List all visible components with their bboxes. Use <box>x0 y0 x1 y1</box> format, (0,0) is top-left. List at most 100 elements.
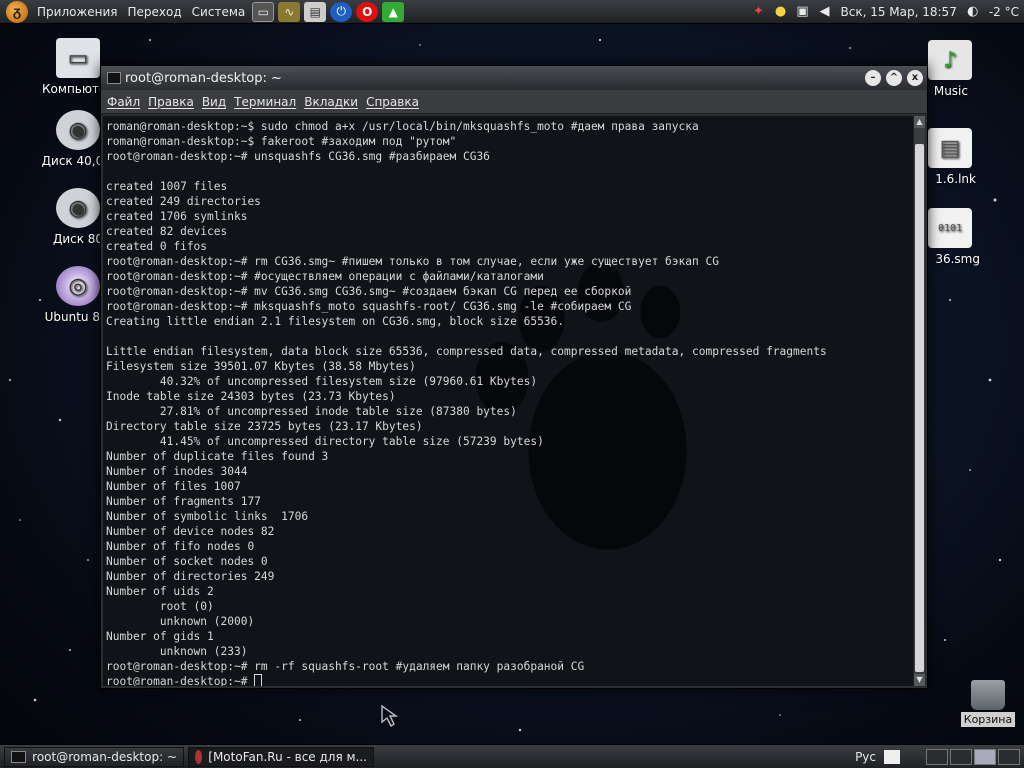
workspace-3[interactable] <box>974 748 996 765</box>
keyboard-layout-indicator[interactable]: Рус <box>855 750 876 764</box>
terminal-scrollbar[interactable]: ▲ ▼ <box>913 116 925 686</box>
weather-temperature[interactable]: -2 °C <box>984 0 1024 24</box>
power-icon[interactable]: ⏻ <box>330 1 353 22</box>
terminal-line: Little endian filesystem, data block siz… <box>106 345 827 358</box>
terminal-line: root@roman-desktop:~# mv CG36.smg CG36.s… <box>106 285 632 298</box>
terminal-line: Number of gids 1 <box>106 630 214 643</box>
clock[interactable]: Вск, 15 Мар, 18:57 <box>836 0 962 24</box>
volume-icon[interactable]: ◀ <box>816 3 834 21</box>
terminal-line: 40.32% of uncompressed filesystem size (… <box>106 375 538 388</box>
scrollbar-thumb[interactable] <box>915 144 924 672</box>
menu-edit[interactable]: Правка <box>148 95 194 109</box>
scroll-up-arrow-icon[interactable]: ▲ <box>914 116 925 128</box>
terminal-output[interactable]: roman@roman-desktop:~$ sudo chmod a+x /u… <box>103 116 913 686</box>
maximize-button[interactable]: ^ <box>886 70 902 86</box>
terminal-line: unknown (2000) <box>106 615 255 628</box>
terminal-line: created 249 directories <box>106 195 261 208</box>
terminal-line: roman@roman-desktop:~$ sudo chmod a+x /u… <box>106 120 699 133</box>
upload-icon[interactable]: ▲ <box>382 1 405 22</box>
desktop-icon-trash[interactable]: Корзина <box>958 680 1018 727</box>
terminal-line: Number of uids 2 <box>106 585 214 598</box>
menu-applications[interactable]: Приложения <box>32 0 123 24</box>
task-browser[interactable]: [MotoFan.Ru - все для м... <box>188 746 374 767</box>
terminal-line: created 1706 symlinks <box>106 210 248 223</box>
terminal-line: 41.45% of uncompressed directory table s… <box>106 435 544 448</box>
terminal-line: Number of duplicate files found 3 <box>106 450 329 463</box>
top-panel: ᵹ Приложения Переход Система ▭ ∿ ▤ ⏻ O ▲… <box>0 0 1024 24</box>
scroll-down-arrow-icon[interactable]: ▼ <box>914 674 925 686</box>
terminal-line: root (0) <box>106 600 214 613</box>
menu-tabs[interactable]: Вкладки <box>304 95 358 109</box>
terminal-line: Number of inodes 3044 <box>106 465 248 478</box>
mouse-pointer-icon <box>381 704 399 728</box>
terminal-icon[interactable]: ▭ <box>252 1 275 22</box>
terminal-prompt-line[interactable]: root@roman-desktop:~# <box>106 674 913 686</box>
terminal-icon <box>11 750 27 763</box>
terminal-line: Number of fragments 177 <box>106 495 261 508</box>
menu-file[interactable]: Файл <box>107 95 140 109</box>
terminal-line: Directory table size 23725 bytes (23.17 … <box>106 420 423 433</box>
terminal-line: root@roman-desktop:~# rm -rf squashfs-ro… <box>106 660 585 673</box>
terminal-cursor <box>254 674 263 686</box>
terminal-line: unknown (233) <box>106 645 248 658</box>
terminal-text: roman@roman-desktop:~$ sudo chmod a+x /u… <box>103 116 913 686</box>
terminal-line: created 0 fifos <box>106 240 208 253</box>
task-label: root@roman-desktop: ~ <box>32 749 177 764</box>
workspace-1[interactable] <box>926 748 948 765</box>
terminal-line: created 82 devices <box>106 225 228 238</box>
window-titlebar[interactable]: root@roman-desktop: ~ – ^ x <box>101 66 927 90</box>
menu-view[interactable]: Вид <box>202 95 226 109</box>
terminal-line: Number of socket nodes 0 <box>106 555 268 568</box>
menu-help[interactable]: Справка <box>366 95 419 109</box>
close-button[interactable]: x <box>907 70 923 86</box>
printer-icon[interactable]: ▣ <box>794 3 812 21</box>
menu-system[interactable]: Система <box>187 0 251 24</box>
file-manager-icon[interactable]: ▤ <box>304 1 327 22</box>
show-desktop-and-task-terminal[interactable]: root@roman-desktop: ~ <box>4 746 184 767</box>
gnome-foot-icon[interactable]: ᵹ <box>6 0 28 23</box>
terminal-line: roman@roman-desktop:~$ fakeroot #заходим… <box>106 135 457 148</box>
task-label: [MotoFan.Ru - все для м... <box>208 749 367 764</box>
menu-terminal[interactable]: Терминал <box>234 95 296 109</box>
trash-icon <box>971 680 1005 710</box>
music-folder-icon: ♪ <box>928 40 972 80</box>
terminal-line: root@roman-desktop:~# unsquashfs CG36.sm… <box>106 150 490 163</box>
cd-icon: ◎ <box>56 266 100 306</box>
terminal-line: Number of fifo nodes 0 <box>106 540 255 553</box>
terminal-line: Creating little endian 2.1 filesystem on… <box>106 315 565 328</box>
opera-icon[interactable]: O <box>356 1 379 22</box>
terminal-line: Number of symbolic links 1706 <box>106 510 309 523</box>
terminal-line: created 1007 files <box>106 180 228 193</box>
terminal-line: root@roman-desktop:~# rm CG36.smg~ #пише… <box>106 255 719 268</box>
terminal-line: Filesystem size 39501.07 Kbytes (38.58 M… <box>106 360 416 373</box>
opera-icon <box>195 749 203 764</box>
binary-file-icon: 0101 <box>928 208 972 248</box>
terminal-line: Number of directories 249 <box>106 570 275 583</box>
terminal-line: 27.81% of uncompressed inode table size … <box>106 405 517 418</box>
terminal-line: root@roman-desktop:~# mksquashfs_moto sq… <box>106 300 632 313</box>
notification-area-icon[interactable] <box>884 749 900 764</box>
computer-icon: ▭ <box>56 38 100 78</box>
terminal-line: root@roman-desktop:~# #осуществляем опер… <box>106 270 544 283</box>
workspace-4[interactable] <box>998 748 1020 765</box>
window-title: root@roman-desktop: ~ <box>125 70 282 86</box>
lightbulb-icon[interactable]: ● <box>772 3 790 21</box>
hard-disk-icon: ◉ <box>56 188 100 228</box>
terminal-window[interactable]: root@roman-desktop: ~ – ^ x Файл Правка … <box>100 65 928 689</box>
minimize-button[interactable]: – <box>865 70 881 86</box>
hard-disk-icon: ◉ <box>56 110 100 150</box>
shortcut-file-icon: ▤ <box>928 128 972 168</box>
terminal-prompt: root@roman-desktop:~# <box>106 675 255 686</box>
terminal-line: Number of files 1007 <box>106 480 241 493</box>
menu-places[interactable]: Переход <box>123 0 187 24</box>
bottom-panel: root@roman-desktop: ~ [MotoFan.Ru - все … <box>0 744 1024 768</box>
terminal-line: Inode table size 24303 bytes (23.73 Kbyt… <box>106 390 396 403</box>
system-monitor-icon[interactable]: ∿ <box>278 1 301 22</box>
weather-icon[interactable]: ◐ <box>964 3 982 21</box>
network-monitor-icon[interactable]: ✦ <box>750 3 768 21</box>
workspace-2[interactable] <box>950 748 972 765</box>
terminal-line: Number of device nodes 82 <box>106 525 275 538</box>
window-menubar: Файл Правка Вид Терминал Вкладки Справка <box>101 90 927 114</box>
